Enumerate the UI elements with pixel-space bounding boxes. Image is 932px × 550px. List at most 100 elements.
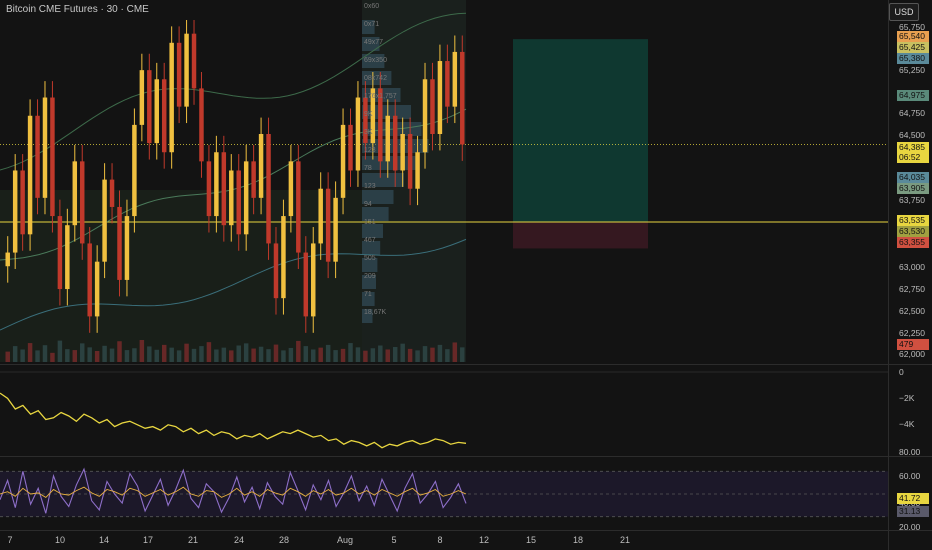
candle-body [266,134,271,244]
volume-bar [87,347,92,362]
indicator-line [0,392,467,449]
time-tick-label: 14 [98,535,110,545]
time-tick-label: 18 [572,535,584,545]
volume-profile-label: 49x77 [364,39,384,46]
time-tick-label: 24 [233,535,245,545]
candle-body [318,188,323,244]
price-tick-label: 62,250 [899,328,925,338]
volume-bar [355,347,361,362]
volume-bar [57,340,63,362]
candle-body [407,134,413,189]
volume-bar [117,341,122,362]
volume-bar [50,352,55,362]
long-position-stop-zone [513,222,648,249]
candle-body [273,243,279,299]
volume-bar [430,347,435,362]
candle-body [20,170,25,235]
volume-bar [243,343,249,362]
price-badge: 06:52 [897,152,929,163]
candle-body [191,33,197,89]
time-tick-label: 21 [619,535,631,545]
volume-bar [154,349,159,362]
candle-body [430,79,435,134]
time-tick-label: 12 [478,535,490,545]
candle-body [311,243,316,317]
volume-bar [80,343,85,362]
symbol-title[interactable]: Bitcoin CME Futures · 30 · CME [6,4,149,15]
candle-body [325,188,331,262]
volume-bar [445,349,450,362]
volume-bar [303,346,309,362]
volume-profile-label: 78 [364,165,372,172]
rsi-tick-label: 60.00 [899,471,921,481]
candle-body [35,115,40,198]
price-tick-label: 62,750 [899,284,925,294]
candle-body [5,252,10,267]
price-tick-label: 65,250 [899,65,925,75]
price-badge: 64,975 [897,90,929,101]
candle-body [50,97,55,217]
volume-bar [333,350,338,362]
candle-body [176,42,182,107]
volume-profile-label: 9K [364,111,373,118]
volume-bar [460,347,465,362]
volume-profile-label: 3K [364,129,373,136]
volume-bar [5,351,10,362]
candle-body [281,216,286,299]
time-axis-border [0,530,932,531]
price-badge: 63,535 [897,215,929,226]
candle-body [214,152,219,217]
volume-bar [169,347,174,362]
volume-bar [340,348,346,362]
candle-body [422,79,428,153]
price-tick-label: 62,500 [899,306,925,316]
volume-bar [206,342,212,362]
volume-bar [221,347,227,362]
candle-body [65,225,70,290]
rsi-badge: 31.13 [897,506,929,517]
pane-separator [0,364,932,365]
volume-bar [132,348,137,362]
time-tick-label: 17 [142,535,154,545]
candle-body [288,161,294,217]
time-tick-label: Aug [336,535,354,545]
candle-body [147,70,152,144]
volume-bar [20,349,25,362]
volume-bar [392,347,398,362]
long-position-target-zone [513,39,648,223]
price-badge: 63,905 [897,183,929,194]
candle-body [251,161,256,198]
price-badge: 64,035 [897,172,929,183]
volume-bar [139,340,145,362]
rsi-tick-label: 80.00 [899,447,921,457]
candle-body [340,124,346,198]
volume-bar [400,343,405,362]
candle-body [258,134,264,198]
volume-bar [65,349,70,362]
price-badge: 63,530 [897,226,929,237]
volume-bar [281,350,286,362]
volume-bar [12,346,18,362]
price-badge: 65,425 [897,42,929,53]
price-tick-label: 63,750 [899,195,925,205]
candle-body [102,179,107,262]
volume-bar [102,345,107,362]
volume-bar [452,342,458,362]
candle-body [296,161,301,253]
currency-button[interactable]: USD [889,3,919,21]
volume-profile-label: 505 [364,255,376,262]
volume-bar [124,350,130,362]
candle-body [27,115,33,235]
volume-bar [236,345,241,362]
candle-body [94,261,100,317]
candle-body [355,97,361,171]
candle-body [415,152,420,189]
volume-bar [161,344,167,362]
volume-profile-label: 0x71 [364,21,380,28]
volume-bar [385,349,390,362]
volume-bar [72,350,78,362]
volume-bar [415,350,420,362]
candle-body [132,124,137,217]
chart-canvas[interactable] [0,0,932,550]
volume-bar [370,348,376,362]
